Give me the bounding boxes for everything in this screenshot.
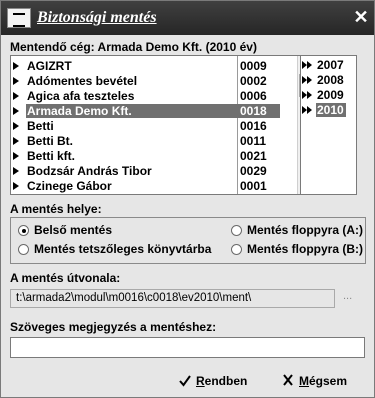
company-name: Betti Bt. <box>27 134 73 148</box>
double-arrow-icon <box>302 91 314 100</box>
radio-floppy-a-circle[interactable] <box>231 225 242 236</box>
company-name: Bodzsár András Tibor <box>27 164 152 178</box>
path-field[interactable]: t:\armada2\modul\m0016\c0018\ev2010\ment… <box>10 289 335 308</box>
company-name: Betti <box>27 119 54 133</box>
row-pointer-icon <box>13 137 19 145</box>
note-input[interactable] <box>10 337 365 358</box>
radio-custom-dir-circle[interactable] <box>18 244 29 255</box>
company-name: Czinege Gábor <box>27 179 112 193</box>
row-pointer-icon <box>13 107 19 115</box>
company-code: 0016 <box>240 119 267 133</box>
cancel-button-rest: égsem <box>309 374 348 388</box>
year-label: 2009 <box>317 88 344 102</box>
radio-custom-dir-label: Mentés tetszőleges könyvtárba <box>34 242 212 256</box>
cross-icon <box>283 374 293 386</box>
ok-button-rest: endben <box>204 374 248 388</box>
company-code: 0018 <box>239 104 280 118</box>
company-code: 0009 <box>240 59 267 73</box>
radio-floppy-a-label: Mentés floppyra (A:) <box>247 223 364 237</box>
double-arrow-icon <box>302 61 314 70</box>
year-row[interactable]: 2009 <box>301 88 356 103</box>
company-name: Armada Demo Kft. <box>26 104 239 118</box>
company-code: 0001 <box>240 179 267 193</box>
title-bar[interactable]: Biztonsági mentés ✕ <box>1 1 374 35</box>
year-row[interactable]: 2010 <box>301 103 356 118</box>
year-label: 2010 <box>316 103 346 117</box>
company-code: 0021 <box>240 149 267 163</box>
close-icon[interactable]: ✕ <box>351 6 371 28</box>
company-name: Betti kft. <box>27 149 75 163</box>
company-list[interactable]: AGIZRT 0009 Adómentes bevétel 0002 Agica afa… <box>10 55 318 195</box>
company-code: 0029 <box>240 164 267 178</box>
radio-floppy-b-circle[interactable] <box>231 244 242 255</box>
company-name: AGIZRT <box>27 59 72 73</box>
year-label: 2007 <box>317 58 344 72</box>
row-pointer-icon <box>13 92 19 100</box>
row-pointer-icon <box>13 182 19 190</box>
year-row[interactable]: 2007 <box>301 58 356 73</box>
radio-internal-label: Belső mentés <box>34 223 113 237</box>
company-code: 0006 <box>240 89 267 103</box>
company-name: Agica afa teszteles <box>27 89 135 103</box>
dialog-title: Biztonsági mentés <box>37 9 157 26</box>
radio-internal-circle[interactable] <box>18 225 29 236</box>
check-icon <box>179 375 191 387</box>
backup-dialog: Biztonsági mentés ✕ Mentendő cég: Armada… <box>0 0 375 398</box>
cancel-button-label: Mégsem <box>299 374 348 388</box>
path-value: t:\armada2\modul\m0016\c0018\ev2010\ment… <box>16 292 252 304</box>
year-label: 2008 <box>317 73 344 87</box>
ok-button-label: Rendben <box>196 374 248 388</box>
company-code: 0002 <box>240 74 267 88</box>
year-row[interactable]: 2008 <box>301 73 356 88</box>
company-label: Mentendő cég: Armada Demo Kft. (2010 év) <box>10 40 257 54</box>
row-pointer-icon <box>13 167 19 175</box>
browse-button[interactable]: ... <box>343 290 352 302</box>
location-label: A mentés helye: <box>10 202 102 216</box>
note-label: Szöveges megjegyzés a mentéshez: <box>10 320 217 334</box>
row-pointer-icon <box>13 152 19 160</box>
radio-floppy-b-label: Mentés floppyra (B:) <box>247 242 364 256</box>
row-pointer-icon <box>13 77 19 85</box>
double-arrow-icon <box>302 106 314 115</box>
row-pointer-icon <box>13 122 19 130</box>
row-pointer-icon <box>13 62 19 70</box>
double-arrow-icon <box>302 76 314 85</box>
path-label: A mentés útvonala: <box>10 271 121 285</box>
company-code: 0011 <box>240 134 267 148</box>
location-radio-group: Belső mentés Mentés tetszőleges könyvtár… <box>10 217 366 264</box>
company-row[interactable]: Czinege Gábor 0001 <box>11 178 297 194</box>
year-list[interactable]: 2007 2008 2009 2010 <box>300 55 357 195</box>
app-icon <box>7 8 31 28</box>
company-name: Adómentes bevétel <box>27 74 138 88</box>
